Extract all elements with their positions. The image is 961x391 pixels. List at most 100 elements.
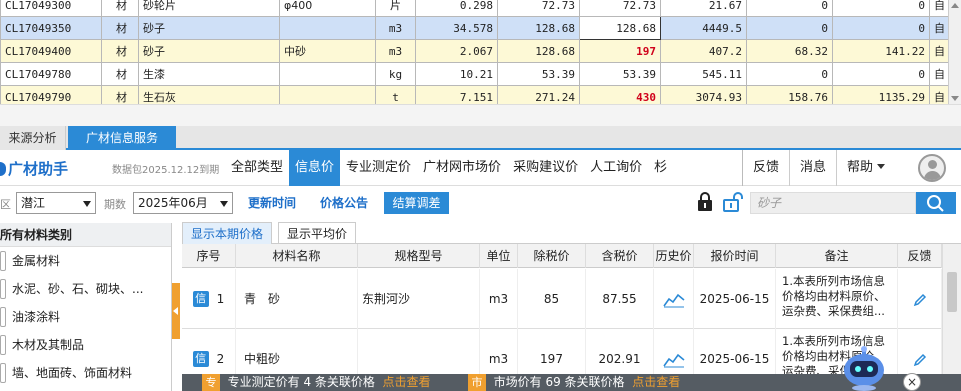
feedback-link[interactable]: 反馈 (742, 150, 789, 186)
table-scrollbar[interactable] (942, 244, 961, 391)
diff-total-cell[interactable]: 0 (832, 62, 930, 86)
unit-cell[interactable]: m3 (375, 39, 416, 63)
tab-material-info-service[interactable]: 广材信息服务 (68, 126, 176, 150)
unit-cell[interactable]: kg (375, 62, 416, 86)
price-diff-cell[interactable]: 0 (746, 62, 833, 86)
price-diff-cell[interactable]: 158.76 (746, 85, 833, 104)
material-type-cell[interactable]: 材 (101, 16, 139, 40)
spec-cell[interactable] (279, 16, 376, 40)
search-input[interactable]: 砂子 (750, 192, 916, 214)
diff-total-cell[interactable]: 1135.29 (832, 85, 930, 104)
spec-cell[interactable]: 中砂 (279, 39, 376, 63)
source-cell[interactable]: 自 (929, 62, 950, 86)
nav-professional-price[interactable]: 专业测定价 (340, 150, 417, 186)
amount-cell[interactable]: 545.11 (660, 62, 747, 86)
source-cell[interactable]: 自 (929, 0, 950, 17)
quantity-cell[interactable]: 34.578 (415, 16, 498, 40)
category-item[interactable]: 墙、地面砖、饰面材料 (0, 359, 171, 387)
close-icon[interactable]: × (903, 373, 921, 391)
panel-splitter[interactable] (0, 104, 961, 126)
spec-cell[interactable] (279, 85, 376, 104)
update-time-button[interactable]: 更新时间 (240, 192, 304, 214)
unlock-icon[interactable] (722, 191, 744, 215)
lock-icon[interactable] (695, 191, 717, 215)
category-item[interactable]: 油漆涂料 (0, 303, 171, 331)
nav-more[interactable]: 杉 (648, 150, 667, 186)
market-price-cell[interactable]: 197 (579, 39, 661, 63)
unit-cell[interactable]: m3 (375, 16, 416, 40)
quantity-cell[interactable]: 0.298 (415, 0, 498, 17)
source-cell[interactable]: 自 (929, 85, 950, 104)
grid-row[interactable]: CL17049790 材生石灰 t 7.151 271.24 430 3074.93 158.… (0, 85, 950, 104)
spec-cell[interactable]: φ400 (279, 0, 376, 17)
category-item[interactable]: 木材及其制品 (0, 331, 171, 359)
budget-price-cell[interactable]: 271.24 (497, 85, 580, 104)
market-price-cell[interactable]: 430 (579, 85, 661, 104)
region-select[interactable]: 潜江 (16, 192, 96, 214)
message-link[interactable]: 消息 (789, 150, 836, 186)
quantity-cell[interactable]: 10.21 (415, 62, 498, 86)
nav-info-price[interactable]: 信息价 (289, 150, 341, 186)
material-code-cell[interactable]: CL17049400 (0, 39, 102, 63)
nav-market-price[interactable]: 广材网市场价 (417, 150, 507, 186)
quantity-cell[interactable]: 7.151 (415, 85, 498, 104)
view-market-link[interactable]: 点击查看 (632, 375, 680, 389)
expand-icon[interactable] (0, 307, 6, 327)
budget-price-cell[interactable]: 72.73 (497, 0, 580, 17)
price-diff-cell[interactable]: 68.32 (746, 39, 833, 63)
category-header[interactable]: 所有材料类别 (0, 223, 171, 247)
unit-cell[interactable]: 片 (375, 0, 416, 17)
unit-cell[interactable]: t (375, 85, 416, 104)
market-price-cell[interactable]: 53.39 (579, 62, 661, 86)
material-type-cell[interactable]: 材 (101, 39, 139, 63)
material-name-cell[interactable]: 生漆 (138, 62, 280, 86)
nav-manual-inquiry[interactable]: 人工询价 (584, 150, 648, 186)
market-price-cell[interactable]: 128.68 (579, 16, 661, 40)
amount-cell[interactable]: 4449.5 (660, 16, 747, 40)
category-item[interactable]: 金属材料 (0, 247, 171, 275)
expand-icon[interactable] (0, 279, 6, 299)
user-avatar-icon[interactable] (918, 154, 946, 182)
amount-cell[interactable]: 21.67 (660, 0, 747, 17)
quantity-cell[interactable]: 2.067 (415, 39, 498, 63)
price-notice-button[interactable]: 价格公告 (312, 192, 376, 214)
amount-cell[interactable]: 3074.93 (660, 85, 747, 104)
diff-total-cell[interactable]: 0 (832, 0, 930, 17)
material-name-cell[interactable]: 砂子 (138, 16, 280, 40)
category-item[interactable]: 水泥、砂、石、砌块、... (0, 275, 171, 303)
tab-average-price[interactable]: 显示平均价 (278, 222, 357, 244)
source-cell[interactable]: 自 (929, 39, 950, 63)
nav-purchase-advice-price[interactable]: 采购建议价 (507, 150, 584, 186)
diff-total-cell[interactable]: 0 (832, 16, 930, 40)
scroll-down-icon[interactable] (951, 96, 959, 101)
expand-icon[interactable] (0, 363, 6, 383)
material-type-cell[interactable]: 材 (101, 0, 139, 17)
grid-row[interactable]: CL17049780 材生漆 kg 10.21 53.39 53.39 545.11 0 0 自 (0, 62, 950, 86)
view-professional-link[interactable]: 点击查看 (383, 375, 431, 389)
material-code-cell[interactable]: CL17049350 (0, 16, 102, 40)
price-diff-cell[interactable]: 0 (746, 0, 833, 17)
material-code-cell[interactable]: CL17049300 (0, 0, 102, 17)
scrollbar-thumb[interactable] (947, 272, 957, 312)
spec-cell[interactable] (279, 62, 376, 86)
material-name-cell[interactable]: 砂子 (138, 39, 280, 63)
assistant-robot-icon[interactable] (838, 346, 890, 391)
market-price-cell[interactable]: 72.73 (579, 0, 661, 17)
grid-row[interactable]: CL17049350 材砂子 m3 34.578 128.68 128.68 4449.5 0… (0, 16, 950, 40)
search-button[interactable] (916, 192, 956, 214)
expand-icon[interactable] (0, 251, 6, 271)
material-type-cell[interactable]: 材 (101, 85, 139, 104)
material-name-cell[interactable]: 砂轮片 (138, 0, 280, 17)
material-name-cell[interactable]: 生石灰 (138, 85, 280, 104)
grid-row[interactable]: CL17049300 材砂轮片 φ400 片 0.298 72.73 72.73 21.67 0… (0, 0, 950, 17)
settle-adjust-button[interactable]: 结算调差 (384, 192, 449, 214)
source-cell[interactable]: 自 (929, 16, 950, 40)
budget-price-cell[interactable]: 128.68 (497, 16, 580, 40)
help-menu[interactable]: 帮助 (836, 150, 895, 186)
grid-row[interactable]: CL17049400 材砂子 中砂 m3 2.067 128.68 197 407.2 68.3… (0, 39, 950, 63)
tab-source-analysis[interactable]: 来源分析 (0, 126, 66, 150)
amount-cell[interactable]: 407.2 (660, 39, 747, 63)
table-row[interactable]: 信1 青 砂 东荆河沙 m3 85 87.55 2025-06-15 1.本表所… (182, 269, 942, 329)
period-select[interactable]: 2025年06月 (133, 192, 233, 214)
edit-feedback-icon[interactable] (898, 269, 942, 329)
